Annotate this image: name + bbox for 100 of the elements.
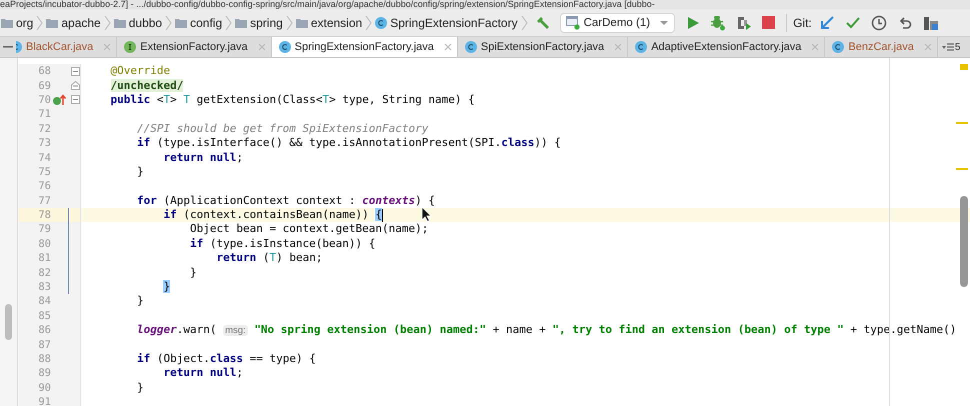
- stop-icon[interactable]: [762, 16, 776, 29]
- line-number: 83: [37, 281, 51, 294]
- fold-icon[interactable]: [71, 66, 80, 76]
- chevron-icon: [365, 14, 372, 30]
- scrollbar-thumb[interactable]: [5, 304, 12, 340]
- line-number: 86: [37, 324, 51, 336]
- code-line: }: [136, 294, 144, 308]
- change-marker[interactable]: [68, 208, 69, 222]
- project-structure-icon[interactable]: [922, 14, 939, 30]
- change-marker[interactable]: [68, 251, 69, 266]
- update-arrow-icon[interactable]: [818, 14, 835, 30]
- breadcrumb-item[interactable]: SpringExtensionFactory: [374, 16, 519, 30]
- line-number: 71: [37, 108, 51, 120]
- breadcrumb-item[interactable]: config: [174, 16, 224, 30]
- code-line: logger.warn( msg: "No spring extension (bean) named:" + name + ", try to find an extension (bean) of type " + type.getName(): [136, 322, 956, 338]
- change-marker[interactable]: [68, 280, 69, 294]
- folder-icon: [114, 18, 126, 28]
- line-number: 74: [37, 152, 51, 164]
- close-icon[interactable]: [444, 43, 452, 51]
- code-line: }: [188, 266, 197, 280]
- line-number: 89: [37, 367, 51, 380]
- chevron-icon: [165, 14, 172, 30]
- editor-tab[interactable]: ExtensionFactory.java: [117, 37, 272, 57]
- caret-icon: [660, 20, 668, 26]
- line-number: 84: [37, 295, 51, 308]
- change-marker[interactable]: [68, 236, 69, 252]
- line-number: 78: [37, 209, 51, 222]
- chevron-icon: [520, 14, 528, 30]
- bug-icon[interactable]: [710, 14, 726, 30]
- chevron-icon: [36, 14, 44, 30]
- class-icon: [635, 41, 648, 53]
- check-icon[interactable]: [844, 14, 861, 30]
- hammer-icon[interactable]: [534, 14, 551, 30]
- folder-icon: [235, 18, 248, 28]
- code-line: }: [136, 164, 144, 179]
- breadcrumb-item[interactable]: extension: [294, 16, 364, 30]
- tab-overflow-button[interactable]: 5: [938, 37, 962, 57]
- code-line: return (T) bean;: [215, 251, 322, 266]
- code-line: Object bean = context.getBean(name);: [188, 222, 428, 236]
- breadcrumb-item[interactable]: apache: [45, 16, 102, 30]
- line-number: 88: [37, 353, 51, 365]
- line-number: 80: [37, 238, 51, 250]
- close-icon[interactable]: [614, 43, 622, 51]
- line-number: 85: [37, 310, 51, 322]
- line-number: 69: [37, 80, 51, 92]
- chevron-icon: [104, 14, 111, 30]
- code-line: if (type.isInstance(bean)) {: [188, 236, 376, 251]
- change-marker[interactable]: [68, 265, 69, 280]
- code-line: if (Object.class == type) {: [136, 352, 316, 366]
- close-icon[interactable]: [103, 43, 112, 51]
- editor-tab[interactable]: SpringExtensionFactory.java: [272, 37, 458, 57]
- line-number: 75: [37, 166, 51, 178]
- line-number: 77: [37, 194, 51, 207]
- close-icon[interactable]: [811, 43, 820, 51]
- code-line: return null;: [162, 366, 243, 380]
- code-line: @Override: [110, 64, 170, 78]
- line-number: 91: [37, 396, 51, 406]
- override-marker-icon[interactable]: [52, 94, 66, 106]
- editor-tab[interactable]: AdaptiveExtensionFactory.java: [628, 37, 826, 57]
- change-marker[interactable]: [68, 222, 69, 237]
- code-line: return null;: [162, 150, 243, 165]
- run-config-dropdown[interactable]: CarDemo (1): [560, 12, 676, 32]
- class-icon: [375, 16, 388, 28]
- line-number: 87: [37, 338, 51, 351]
- editor-tab[interactable]: BlackCar.java: [16, 37, 118, 57]
- close-icon[interactable]: [258, 43, 266, 51]
- list-icon: [942, 42, 954, 52]
- line-number: 79: [37, 223, 51, 236]
- breadcrumb-item[interactable]: org: [0, 16, 34, 30]
- coverage-icon[interactable]: [736, 14, 752, 30]
- folder-icon: [175, 18, 188, 28]
- code-line: //SPI should be get from SpiExtensionFactory: [136, 122, 428, 136]
- folder-icon: [46, 18, 58, 28]
- history-icon[interactable]: [870, 14, 887, 30]
- code-line: if (context.containsBean(name)) {: [162, 208, 382, 222]
- close-icon[interactable]: [924, 43, 932, 51]
- window-icon: [566, 16, 580, 30]
- code-line: public <T> T getExtension(Class<T> type, String name) {: [110, 92, 475, 107]
- line-number: 72: [37, 122, 51, 135]
- fold-icon[interactable]: [71, 95, 80, 104]
- line-number: 68: [37, 65, 51, 78]
- editor-tab[interactable]: SpiExtensionFactory.java: [458, 37, 628, 57]
- line-number: 73: [37, 137, 51, 150]
- breadcrumb-item[interactable]: dubbo: [112, 16, 164, 30]
- interface-icon: [124, 41, 136, 53]
- folder-icon: [296, 18, 308, 28]
- code-line: if (type.isInterface() && type.isAnnotationPresent(SPI.class)) {: [136, 136, 561, 150]
- scrollbar-thumb[interactable]: [960, 196, 968, 287]
- chevron-icon: [225, 14, 232, 30]
- fold-end-icon[interactable]: [71, 81, 80, 90]
- line-number: 70: [37, 94, 51, 106]
- run-icon[interactable]: [686, 16, 700, 30]
- chevron-icon: [286, 14, 293, 30]
- editor-tab[interactable]: BenzCar.java: [825, 37, 938, 57]
- line-number: 82: [37, 266, 51, 279]
- class-icon: [464, 41, 477, 53]
- class-icon: [832, 41, 844, 53]
- class-icon: [16, 41, 22, 53]
- class-icon: [278, 41, 291, 53]
- breadcrumb-item[interactable]: spring: [234, 16, 284, 30]
